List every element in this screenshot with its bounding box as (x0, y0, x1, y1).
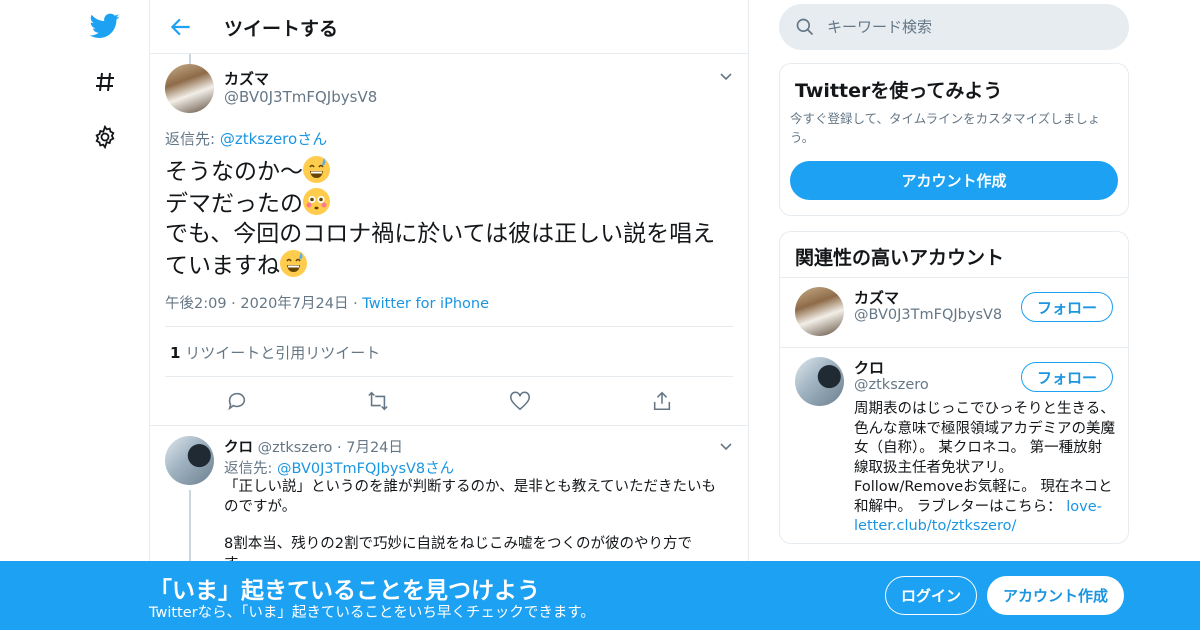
tweet-date[interactable]: 2020年7月24日 (240, 296, 348, 312)
chevron-down-icon[interactable] (718, 68, 734, 84)
author-handle[interactable]: @ztkszero (258, 440, 333, 456)
tweet-line: そうなのか〜 (165, 159, 303, 185)
tweet-line: デマだったの (165, 190, 303, 217)
left-nav (0, 0, 150, 630)
retweet-count: 1 (170, 344, 181, 362)
reply-context: 返信先: @BV0J3TmFQJbysV8さん (224, 457, 454, 478)
reply-suffix: さん (297, 130, 328, 148)
like-icon[interactable] (509, 390, 531, 412)
follow-button[interactable]: フォロー (1021, 292, 1113, 322)
tweet-line: ていますね (165, 252, 280, 279)
thread-line (189, 54, 191, 64)
grinning-sweat-emoji (280, 249, 307, 277)
retweet-stats[interactable]: 1 リツイートと引用リツイート (170, 342, 380, 363)
arrow-left-icon[interactable] (168, 14, 194, 40)
account-bio: 周期表のはじっこでひっそりと生きる、色んな意味で極限領域アカデミアの美魔女（自称… (854, 400, 1116, 537)
account-name[interactable]: クロ (854, 357, 884, 378)
reply-icon[interactable] (226, 390, 248, 412)
page-title: ツイートする (224, 18, 339, 40)
reply-context: 返信先: @ztkszeroさん (165, 128, 327, 149)
tweet-line: でも、今回のコロナ禍に於いては彼は正しい説を唱え (165, 221, 716, 247)
twitter-logo-icon[interactable] (89, 10, 121, 42)
banner-title: 「いま」起きていることを見つけよう (149, 578, 540, 604)
retweet-label: リツイートと引用リツイート (180, 344, 381, 362)
signup-banner: 「いま」起きていることを見つけよう Twitterなら、「いま」起きていることを… (0, 561, 1200, 630)
share-icon[interactable] (651, 390, 673, 412)
tweet-text: そうなのか〜 デマだったの でも、今回のコロナ禍に於いては彼は正しい説を唱え て… (165, 156, 737, 281)
avatar[interactable] (795, 357, 844, 406)
card-description: 今すぐ登録して、タイムラインをカスタマイズしましょう。 (790, 111, 1101, 145)
settings-gear-icon[interactable] (89, 121, 121, 153)
reply-text: 「正しい説」というのを誰が判断するのか、是非とも教えていただきたいものですが。 (224, 479, 716, 515)
create-account-button[interactable]: アカウント作成 (987, 576, 1124, 615)
hashtag-icon[interactable] (89, 66, 121, 98)
reply-to-link[interactable]: @BV0J3TmFQJbysV8 (277, 461, 425, 477)
related-accounts-card: 関連性の高いアカウント カズマ @BV0J3TmFQJbysV8 フォロー クロ… (779, 231, 1129, 544)
reply-suffix: さん (425, 461, 455, 477)
divider (165, 376, 733, 377)
reply-date[interactable]: 7月24日 (346, 440, 403, 456)
card-title: 関連性の高いアカウント (795, 247, 1005, 269)
retweet-icon[interactable] (367, 390, 389, 412)
page-header: ツイートする (150, 0, 748, 54)
tweet-meta: 午後2:09 · 2020年7月24日 · Twitter for iPhone (165, 296, 489, 312)
tweet-time[interactable]: 午後2:09 (165, 296, 227, 312)
card-title: Twitterを使ってみよう (795, 80, 1003, 102)
grinning-sweat-emoji (303, 156, 330, 183)
chevron-down-icon[interactable] (718, 438, 734, 454)
avatar[interactable] (795, 287, 844, 336)
account-handle[interactable]: @ztkszero (854, 377, 929, 393)
account-handle[interactable]: @BV0J3TmFQJbysV8 (854, 307, 1002, 323)
avatar[interactable] (165, 64, 214, 113)
divider (150, 425, 748, 426)
reply-header: クロ @ztkszero · 7月24日 (224, 440, 403, 456)
bio-text: 周期表のはじっこでひっそりと生きる、色んな意味で極限領域アカデミアの美魔女（自称… (854, 401, 1115, 515)
tweet-source-link[interactable]: Twitter for iPhone (362, 296, 489, 312)
reply-to-link[interactable]: @ztkszero (220, 130, 297, 148)
create-account-button[interactable]: アカウント作成 (790, 161, 1118, 200)
banner-subtitle: Twitterなら、「いま」起きていることをいち早くチェックできます。 (149, 605, 595, 621)
divider (780, 347, 1128, 348)
author-name[interactable]: クロ (224, 440, 253, 456)
author-handle[interactable]: @BV0J3TmFQJbysV8 (224, 88, 377, 106)
follow-button[interactable]: フォロー (1021, 362, 1113, 392)
main-column: ツイートする カズマ @BV0J3TmFQJbysV8 返信先: @ztksze… (149, 0, 749, 630)
search-input[interactable] (827, 4, 1107, 50)
reply-prefix: 返信先: (224, 461, 277, 477)
search-icon (795, 17, 815, 37)
avatar[interactable] (165, 436, 214, 485)
reply-prefix: 返信先: (165, 130, 220, 148)
divider (780, 277, 1128, 278)
signup-card: Twitterを使ってみよう 今すぐ登録して、タイムラインをカスタマイズしましょ… (779, 63, 1129, 216)
account-name[interactable]: カズマ (854, 287, 899, 308)
thread-line (189, 490, 191, 570)
divider (165, 326, 733, 327)
search-box[interactable] (779, 4, 1129, 50)
login-button[interactable]: ログイン (885, 576, 977, 615)
flushed-face-emoji (303, 187, 330, 215)
author-name[interactable]: カズマ (224, 68, 269, 89)
